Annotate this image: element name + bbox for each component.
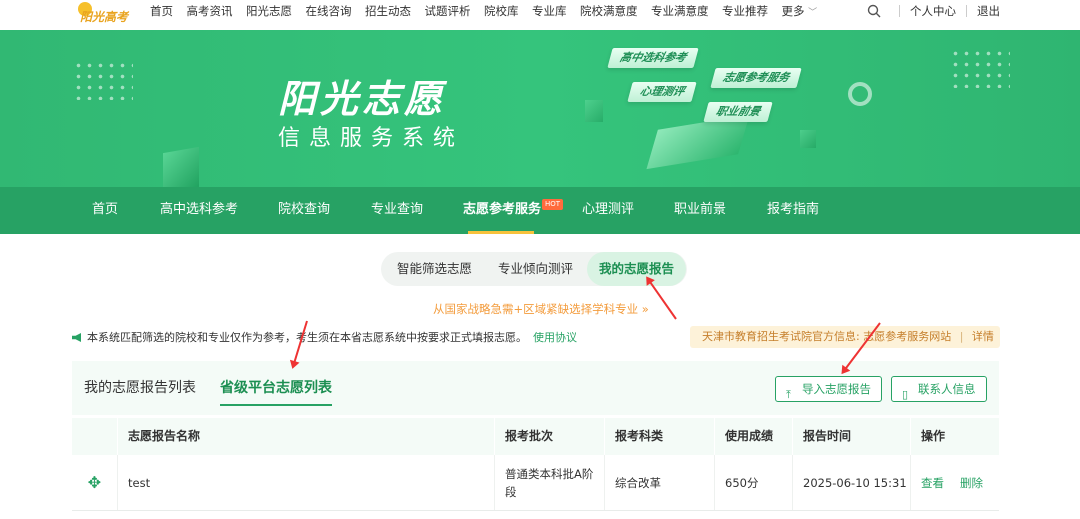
top-nav-item[interactable]: 院校满意度 — [580, 0, 638, 22]
dot-pattern — [950, 48, 1010, 88]
main-nav-home[interactable]: 首页 — [92, 187, 118, 234]
column-header: 报告时间 — [793, 418, 911, 455]
banner-subtitle: 信息服务系统 — [278, 126, 465, 151]
main-nav-subject[interactable]: 高中选科参考 — [160, 187, 238, 234]
divider — [966, 5, 967, 17]
column-header: 志愿报告名称 — [118, 418, 495, 455]
main-nav-career[interactable]: 职业前景 — [674, 187, 726, 234]
personal-center-link[interactable]: 个人中心 — [910, 0, 956, 22]
banner-tag: 高中选科参考 — [607, 48, 699, 68]
speaker-icon — [72, 333, 81, 342]
list-header: 我的志愿报告列表 省级平台志愿列表 ⤒ 导入志愿报告 ▯ 联系人信息 — [72, 361, 999, 415]
tab-my-report-list[interactable]: 我的志愿报告列表 — [84, 377, 196, 397]
banner-tag: 志愿参考服务 — [710, 68, 802, 88]
main-nav-guide[interactable]: 报考指南 — [767, 187, 819, 234]
main-nav-major[interactable]: 专业查询 — [371, 187, 423, 234]
tab-smart-filter[interactable]: 智能筛选志愿 — [397, 252, 472, 286]
column-header: 报考批次 — [495, 418, 605, 455]
top-header: 阳光高考 首页 高考资讯 阳光志愿 在线咨询 招生动态 试题评析 院校库 专业库… — [0, 0, 1080, 30]
top-nav-item[interactable]: 招生动态 — [365, 0, 411, 22]
delete-link[interactable]: 删除 — [960, 475, 983, 491]
detail-link[interactable]: 详情 — [972, 330, 994, 343]
top-nav-item[interactable]: 高考资讯 — [187, 0, 233, 22]
column-header — [72, 418, 118, 455]
actions-cell: 查看 删除 — [911, 455, 999, 510]
active-underline — [468, 231, 534, 234]
more-label: 更多 — [781, 4, 805, 18]
logout-link[interactable]: 退出 — [977, 0, 1000, 22]
contact-label: 联系人信息 — [918, 382, 976, 396]
column-header: 报考科类 — [605, 418, 715, 455]
banner: 阳光志愿 信息服务系统 高中选科参考 心理测评 志愿参考服务 职业前景 — [0, 30, 1080, 187]
agreement-link[interactable]: 使用协议 — [533, 331, 577, 344]
import-label: 导入志愿报告 — [802, 382, 871, 396]
sub-tabs: 智能筛选志愿 专业倾向测评 我的志愿报告 — [381, 252, 687, 286]
contact-info-button[interactable]: ▯ 联系人信息 — [891, 376, 987, 402]
upload-icon: ⤒ — [786, 388, 791, 401]
report-name: test — [118, 455, 495, 510]
site-logo[interactable]: 阳光高考 — [70, 2, 134, 26]
divider — [899, 5, 900, 17]
main-nav-college[interactable]: 院校查询 — [278, 187, 330, 234]
import-report-button[interactable]: ⤒ 导入志愿报告 — [775, 376, 882, 402]
hot-badge: HOT — [542, 199, 564, 210]
slogan-link[interactable]: 从国家战略急需+区域紧缺选择学科专业 » — [433, 301, 649, 317]
main-nav: 首页 高中选科参考 院校查询 专业查询 志愿参考服务 HOT 心理测评 职业前景… — [0, 187, 1080, 234]
ring-decoration — [848, 82, 872, 106]
report-score: 650分 — [715, 455, 793, 510]
move-icon: ✥ — [87, 473, 102, 492]
top-nav-item[interactable]: 试题评析 — [425, 0, 471, 22]
report-time: 2025-06-10 15:31 — [793, 455, 911, 510]
column-header: 使用成绩 — [715, 418, 793, 455]
top-nav-item[interactable]: 阳光志愿 — [246, 0, 292, 22]
banner-tag: 职业前景 — [703, 102, 773, 122]
banner-tag: 心理测评 — [627, 82, 697, 102]
report-batch: 普通类本科批A阶段 — [495, 455, 605, 510]
top-nav-item[interactable]: 首页 — [150, 0, 173, 22]
drag-handle[interactable]: ✥ — [72, 455, 118, 510]
main-nav-psych[interactable]: 心理测评 — [582, 187, 634, 234]
tianjin-text[interactable]: 天津市教育招生考试院官方信息: 志愿参考服务网站 — [702, 330, 951, 343]
tab-provincial-list[interactable]: 省级平台志愿列表 — [220, 377, 332, 406]
divider: | — [959, 330, 964, 343]
platform-decoration — [646, 114, 750, 170]
cube-decoration — [800, 130, 816, 148]
report-table: 志愿报告名称 报考批次 报考科类 使用成绩 报告时间 操作 ✥ test 普通类… — [72, 418, 999, 511]
cube-decoration — [585, 100, 603, 122]
main-nav-volunteer[interactable]: 志愿参考服务 — [463, 187, 541, 234]
column-header: 操作 — [921, 429, 946, 443]
tianjin-notice: 天津市教育招生考试院官方信息: 志愿参考服务网站 | 详情 — [690, 326, 1000, 348]
top-nav-item[interactable]: 专业库 — [532, 0, 567, 22]
top-nav-item[interactable]: 院校库 — [484, 0, 519, 22]
top-nav-item[interactable]: 专业推荐 — [722, 0, 768, 22]
search-icon[interactable] — [867, 4, 881, 18]
chevron-down-icon: ﹀ — [808, 8, 818, 18]
top-nav-item[interactable]: 专业满意度 — [651, 0, 709, 22]
document-icon: ▯ — [902, 388, 909, 401]
top-nav-item[interactable]: 在线咨询 — [306, 0, 352, 22]
notice-bar: 本系统匹配筛选的院校和专业仅作为参考，考生须在本省志愿系统中按要求正式填报志愿。… — [72, 329, 577, 345]
top-nav-more[interactable]: 更多 ﹀ — [782, 0, 818, 22]
tab-my-report[interactable]: 我的志愿报告 — [587, 252, 687, 286]
top-nav: 首页 高考资讯 阳光志愿 在线咨询 招生动态 试题评析 院校库 专业库 院校满意… — [150, 0, 831, 22]
banner-title: 阳光志愿 — [278, 77, 447, 121]
cube-decoration — [163, 146, 199, 187]
top-right: 个人中心 退出 — [867, 0, 1000, 22]
view-link[interactable]: 查看 — [921, 475, 944, 491]
notice-text: 本系统匹配筛选的院校和专业仅作为参考，考生须在本省志愿系统中按要求正式填报志愿。 — [87, 331, 527, 344]
table-header: 志愿报告名称 报考批次 报考科类 使用成绩 报告时间 操作 — [72, 418, 999, 455]
report-category: 综合改革 — [605, 455, 715, 510]
logo-text: 阳光高考 — [80, 10, 129, 24]
table-row: ✥ test 普通类本科批A阶段 综合改革 650分 2025-06-10 15… — [72, 455, 999, 511]
dot-pattern — [73, 60, 133, 100]
tab-major-test[interactable]: 专业倾向测评 — [498, 252, 573, 286]
